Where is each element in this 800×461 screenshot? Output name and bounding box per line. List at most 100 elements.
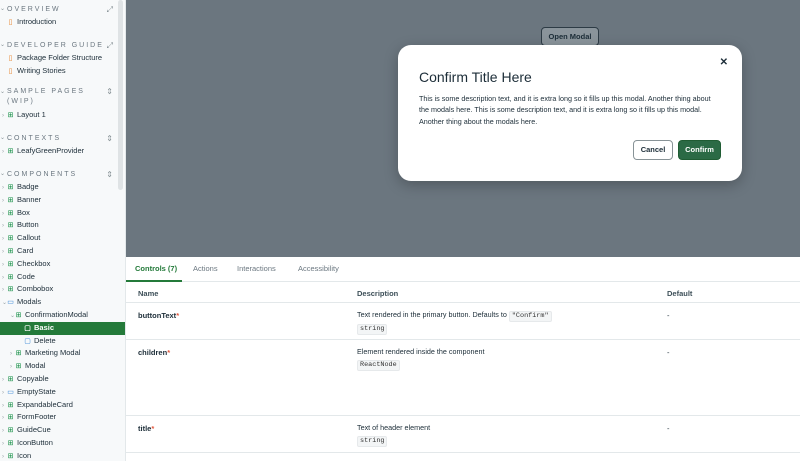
section-sample-pages[interactable]: ⌄ SAMPLE PAGES (WIP) ⇕ (0, 87, 125, 109)
sidebar-item-formfooter[interactable]: › ⊞ FormFooter (0, 411, 125, 424)
section-overview[interactable]: ⌄ OVERVIEW ⤢ (0, 3, 125, 16)
sidebar-item-checkbox[interactable]: › ⊞ Checkbox (0, 258, 125, 271)
open-modal-button[interactable]: Open Modal (541, 27, 599, 46)
prop-name: title* (138, 424, 154, 433)
close-icon[interactable]: ✕ (720, 57, 728, 68)
sidebar-item-writing-stories[interactable]: ▯ Writing Stories (0, 65, 125, 78)
prop-default: - (667, 311, 670, 320)
component-icon: ⊞ (7, 148, 14, 156)
sidebar-item-card[interactable]: › ⊞ Card (0, 245, 125, 258)
sidebar-item-button[interactable]: › ⊞ Button (0, 219, 125, 232)
prop-name-text: buttonText (138, 311, 177, 320)
sidebar-item-confirmationmodal[interactable]: ⌄⊞ ConfirmationModal (0, 309, 125, 322)
column-default: Default (667, 289, 693, 298)
item-label: Button (17, 220, 39, 230)
collapse-icon[interactable]: ⤢ (107, 39, 113, 52)
expand-icon[interactable]: ⇕ (106, 132, 113, 145)
item-label: Delete (34, 335, 56, 345)
item-label: Banner (17, 194, 42, 204)
sidebar-item-icon[interactable]: › ⊞ Icon (0, 450, 125, 461)
item-label: Writing Stories (17, 65, 66, 75)
sidebar-item-box[interactable]: › ⊞ Box (0, 207, 125, 220)
item-label: Modals (17, 297, 42, 307)
item-label: Icon (17, 450, 32, 460)
tab-actions[interactable]: Actions (193, 264, 218, 273)
item-label: FormFooter (17, 412, 57, 422)
prop-description-text: Text of header element (357, 423, 431, 432)
prop-name-text: children (138, 348, 168, 357)
prop-description: Text rendered in the primary button. Def… (357, 309, 552, 335)
sidebar-item-callout[interactable]: › ⊞ Callout (0, 232, 125, 245)
sidebar-item-code[interactable]: › ⊞ Code (0, 271, 125, 284)
expand-icon[interactable]: ⇕ (106, 168, 113, 181)
component-icon: ⊞ (7, 452, 14, 460)
section-title: SAMPLE PAGES (7, 88, 85, 96)
item-label: LeafyGreenProvider (17, 146, 85, 156)
sidebar-item-expandablecard[interactable]: › ⊞ ExpandableCard (0, 399, 125, 412)
document-icon: ▯ (8, 19, 13, 26)
item-label: Box (17, 207, 30, 217)
sidebar-item-badge[interactable]: › ⊞ Badge (0, 181, 125, 194)
collapse-icon[interactable]: ⤢ (107, 3, 113, 16)
caret-icon: ⌄ (0, 170, 6, 177)
prop-description: Text of header element string (357, 422, 430, 447)
item-label: GuideCue (17, 425, 51, 435)
sidebar-item-layout-1[interactable]: › ⊞ Layout 1 (0, 109, 125, 122)
prop-name: children* (138, 348, 170, 357)
sidebar-item-basic[interactable]: ▢ Basic (0, 321, 125, 335)
sidebar: ⌄ OVERVIEW ⤢ ▯ Introduction ⌄ DEVELOPER G… (0, 0, 126, 461)
sidebar-item-emptystate[interactable]: › ▭ EmptyState (0, 386, 125, 399)
item-label: Package Folder Structure (17, 52, 103, 62)
expand-icon[interactable]: ⇕ (106, 87, 113, 97)
component-icon: ⊞ (7, 112, 14, 120)
sidebar-item-modal[interactable]: › ⊞ Modal (0, 360, 125, 373)
caret-icon: ⌄ (0, 89, 6, 96)
section-title-suffix: (WIP) (7, 98, 35, 106)
item-label: Combobox (17, 284, 54, 294)
section-components[interactable]: ⌄ COMPONENTS ⇕ (0, 168, 125, 181)
document-icon: ▯ (8, 67, 13, 75)
sidebar-item-banner[interactable]: › ⊞ Banner (0, 194, 125, 207)
default-value-code: "Confirm" (508, 311, 552, 322)
item-label: Badge (17, 181, 39, 191)
prop-type: string (357, 324, 388, 335)
tab-controls[interactable]: Controls (7) (135, 264, 177, 273)
controls-table-header: Name Description Default (126, 282, 800, 303)
sidebar-item-copyable[interactable]: › ⊞ Copyable (0, 373, 125, 386)
column-name: Name (138, 289, 159, 298)
column-description: Description (357, 289, 399, 298)
section-contexts[interactable]: ⌄ CONTEXTS ⇕ (0, 132, 125, 145)
prop-default: - (667, 424, 670, 433)
sidebar-item-package-folder-structure[interactable]: ▯ Package Folder Structure (0, 52, 125, 65)
required-marker: * (176, 311, 180, 320)
section-developer-guide[interactable]: ⌄ DEVELOPER GUIDE ⤢ (0, 39, 125, 52)
sidebar-item-leafygreenprovider[interactable]: › ⊞ LeafyGreenProvider (0, 145, 125, 158)
sidebar-item-combobox[interactable]: › ⊞ Combobox (0, 283, 125, 296)
cancel-button[interactable]: Cancel (633, 140, 673, 160)
sidebar-item-modals[interactable]: ⌄▭ Modals (0, 296, 125, 309)
sidebar-item-iconbutton[interactable]: › ⊞ IconButton (0, 437, 125, 450)
item-label: Callout (17, 233, 41, 243)
section-title: DEVELOPER GUIDE (7, 41, 104, 49)
item-label: Layout 1 (17, 110, 46, 120)
item-label: Copyable (17, 373, 49, 383)
item-label: ConfirmationModal (25, 309, 88, 319)
caret-icon: ⌄ (0, 6, 6, 12)
item-label: IconButton (17, 437, 53, 447)
prop-type: ReactNode (357, 360, 400, 371)
addon-tabs: Controls (7) Actions Interactions Access… (126, 257, 800, 282)
section-title: CONTEXTS (7, 135, 62, 143)
sidebar-item-introduction[interactable]: ▯ Introduction (0, 16, 125, 29)
tab-interactions[interactable]: Interactions (237, 264, 276, 273)
sidebar-item-guidecue[interactable]: › ⊞ GuideCue (0, 424, 125, 437)
confirmation-modal: ✕ Confirm Title Here This is some descri… (398, 45, 742, 181)
modal-description: This is some description text, and it is… (419, 94, 711, 126)
tab-accessibility[interactable]: Accessibility (298, 264, 339, 273)
section-title: COMPONENTS (7, 170, 78, 178)
table-row: title* Text of header element string - (126, 416, 800, 453)
item-label: Checkbox (17, 258, 51, 268)
sidebar-item-marketing-modal[interactable]: › ⊞ Marketing Modal (0, 347, 125, 360)
sidebar-item-delete[interactable]: ▢ Delete (0, 335, 125, 348)
story-canvas: Open Modal ✕ Confirm Title Here This is … (126, 0, 800, 257)
confirm-button[interactable]: Confirm (678, 140, 721, 160)
